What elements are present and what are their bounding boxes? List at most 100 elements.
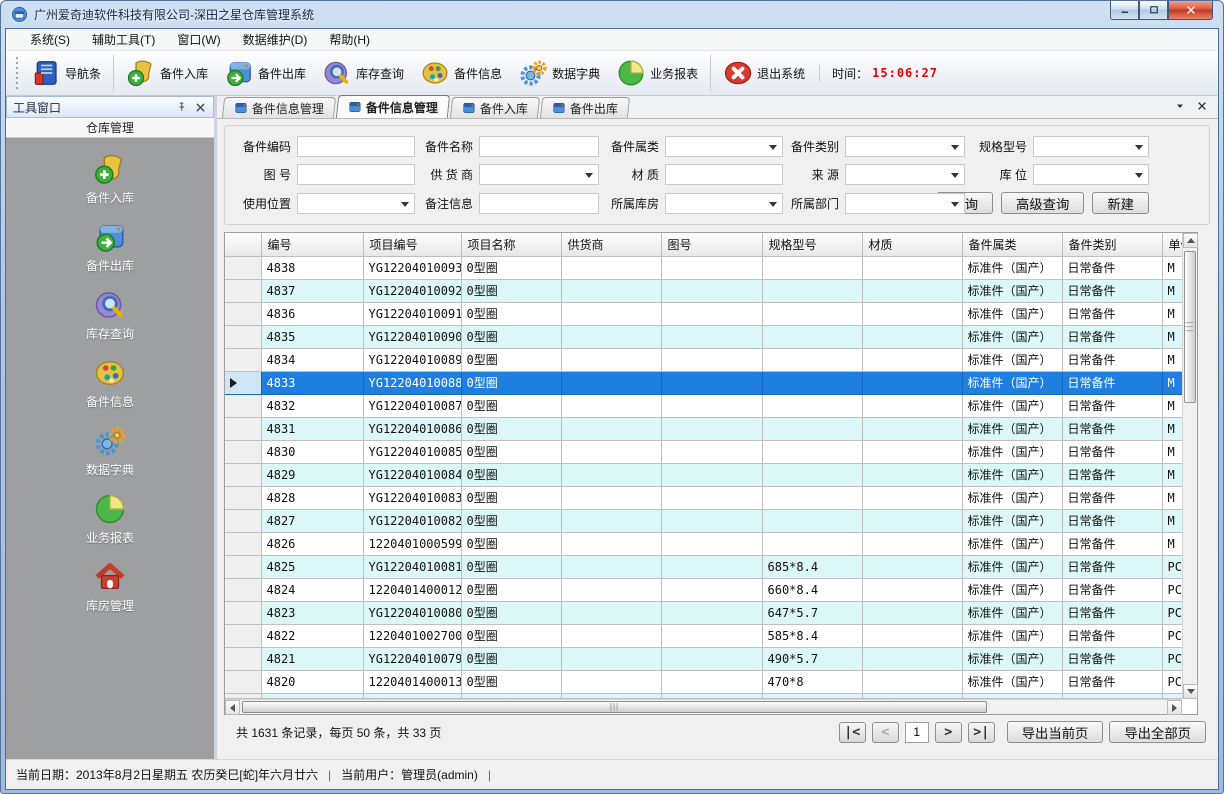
- sidebar-item-parts-out[interactable]: 备件出库: [50, 220, 170, 274]
- cell-project-name[interactable]: 0型圈: [461, 325, 561, 348]
- menu-item[interactable]: 系统(S): [20, 28, 80, 51]
- cell-part-class[interactable]: 标准件（国产）: [962, 394, 1062, 417]
- cell-material[interactable]: [862, 555, 962, 578]
- cell-supplier[interactable]: [561, 555, 661, 578]
- cell-drawing-no[interactable]: [661, 670, 762, 693]
- cell-project-name[interactable]: 0型圈: [461, 555, 561, 578]
- menu-item[interactable]: 帮助(H): [319, 28, 380, 51]
- cell-spec-model[interactable]: 585*8.4: [762, 624, 862, 647]
- cell-unit[interactable]: M: [1162, 417, 1182, 440]
- cell-drawing-no[interactable]: [661, 624, 762, 647]
- export-all-pages-button[interactable]: 导出全部页: [1109, 721, 1206, 743]
- column-header[interactable]: 项目名称: [461, 233, 561, 256]
- cell-unit[interactable]: M: [1162, 509, 1182, 532]
- next-page-button[interactable]: >: [935, 722, 962, 743]
- cell-project-no[interactable]: 1220401400013: [363, 670, 461, 693]
- cell-part-class[interactable]: 标准件（国产）: [962, 532, 1062, 555]
- cell-project-no[interactable]: YG12204010081: [363, 555, 461, 578]
- cell-id[interactable]: 4821: [261, 647, 363, 670]
- scroll-up-icon[interactable]: [1183, 233, 1198, 248]
- table-row[interactable]: 4824 1220401400012 0型圈 660*8.4 标准件（国产）: [225, 578, 1182, 601]
- table-row[interactable]: 4827 YG12204010082 0型圈 标准件（国产）: [225, 509, 1182, 532]
- table-row[interactable]: [225, 693, 1182, 698]
- cell-part-class[interactable]: 标准件（国产）: [962, 325, 1062, 348]
- table-row[interactable]: 4829 YG12204010084 0型圈 标准件（国产）: [225, 463, 1182, 486]
- table-row[interactable]: 4825 YG12204010081 0型圈 685*8.4 标准件（国产）: [225, 555, 1182, 578]
- cell-id[interactable]: 4823: [261, 601, 363, 624]
- row-selector[interactable]: [225, 348, 261, 371]
- cell-project-name[interactable]: 0型圈: [461, 486, 561, 509]
- cell-spec-model[interactable]: [762, 256, 862, 279]
- sidebar-item-inventory-query[interactable]: 库存查询: [50, 288, 170, 342]
- cell-project-no[interactable]: [363, 693, 461, 698]
- cell-drawing-no[interactable]: [661, 463, 762, 486]
- cell-material[interactable]: [862, 693, 962, 698]
- cell-drawing-no[interactable]: [661, 509, 762, 532]
- cell-part-category[interactable]: 日常备件: [1062, 302, 1162, 325]
- cell-supplier[interactable]: [561, 394, 661, 417]
- source-combo[interactable]: [845, 164, 965, 185]
- row-selector[interactable]: [225, 509, 261, 532]
- sidebar-panel-title[interactable]: 仓库管理: [6, 118, 214, 138]
- cell-unit[interactable]: M: [1162, 394, 1182, 417]
- cell-part-class[interactable]: 标准件（国产）: [962, 371, 1062, 394]
- create-button[interactable]: 新建: [1092, 192, 1149, 214]
- table-row[interactable]: 4833 YG12204010088 0型圈 标准件（国产）: [225, 371, 1182, 394]
- cell-unit[interactable]: [1162, 693, 1182, 698]
- table-row[interactable]: 4838 YG12204010093 0型圈 标准件（国产）: [225, 256, 1182, 279]
- cell-supplier[interactable]: [561, 624, 661, 647]
- cell-project-name[interactable]: 0型圈: [461, 256, 561, 279]
- menu-item[interactable]: 窗口(W): [167, 28, 230, 51]
- material-input[interactable]: [665, 164, 783, 185]
- export-current-page-button[interactable]: 导出当前页: [1007, 721, 1104, 743]
- supplier-combo[interactable]: [479, 164, 599, 185]
- sidebar-item-parts-info[interactable]: 备件信息: [50, 356, 170, 410]
- use-position-combo[interactable]: [297, 193, 415, 214]
- cell-supplier[interactable]: [561, 601, 661, 624]
- cell-project-no[interactable]: YG12204010085: [363, 440, 461, 463]
- cell-part-class[interactable]: 标准件（国产）: [962, 463, 1062, 486]
- cell-spec-model[interactable]: [762, 463, 862, 486]
- cell-supplier[interactable]: [561, 417, 661, 440]
- cell-unit[interactable]: PC: [1162, 624, 1182, 647]
- cell-part-category[interactable]: 日常备件: [1062, 394, 1162, 417]
- table-row[interactable]: 4828 YG12204010083 0型圈 标准件（国产）: [225, 486, 1182, 509]
- row-selector[interactable]: [225, 279, 261, 302]
- cell-unit[interactable]: PC: [1162, 578, 1182, 601]
- cell-spec-model[interactable]: 490*5.7: [762, 647, 862, 670]
- table-row[interactable]: 4836 YG12204010091 0型圈 标准件（国产）: [225, 302, 1182, 325]
- cell-project-no[interactable]: YG12204010079: [363, 647, 461, 670]
- cell-project-no[interactable]: YG12204010080: [363, 601, 461, 624]
- cell-project-no[interactable]: YG12204010087: [363, 394, 461, 417]
- cell-project-no[interactable]: 1220401400012: [363, 578, 461, 601]
- page-number-input[interactable]: [905, 722, 929, 743]
- column-header[interactable]: 备件类别: [1062, 233, 1162, 256]
- cell-material[interactable]: [862, 532, 962, 555]
- cell-part-class[interactable]: 标准件（国产）: [962, 509, 1062, 532]
- row-selector[interactable]: [225, 325, 261, 348]
- cell-spec-model[interactable]: 647*5.7: [762, 601, 862, 624]
- cell-project-name[interactable]: 0型圈: [461, 417, 561, 440]
- cell-unit[interactable]: M: [1162, 325, 1182, 348]
- table-row[interactable]: 4823 YG12204010080 0型圈 647*5.7 标准件（国产）: [225, 601, 1182, 624]
- cell-part-class[interactable]: 标准件（国产）: [962, 647, 1062, 670]
- cell-id[interactable]: 4825: [261, 555, 363, 578]
- cell-part-category[interactable]: [1062, 693, 1162, 698]
- location-combo[interactable]: [1033, 164, 1149, 185]
- cell-part-category[interactable]: 日常备件: [1062, 509, 1162, 532]
- cell-supplier[interactable]: [561, 440, 661, 463]
- cell-material[interactable]: [862, 325, 962, 348]
- cell-id[interactable]: [261, 693, 363, 698]
- cell-project-name[interactable]: 0型圈: [461, 624, 561, 647]
- part-code-input[interactable]: [297, 136, 415, 157]
- cell-drawing-no[interactable]: [661, 601, 762, 624]
- cell-project-no[interactable]: YG12204010086: [363, 417, 461, 440]
- scroll-down-icon[interactable]: [1183, 684, 1198, 699]
- pin-icon[interactable]: [175, 101, 188, 114]
- cell-material[interactable]: [862, 647, 962, 670]
- cell-project-name[interactable]: 0型圈: [461, 348, 561, 371]
- cell-drawing-no[interactable]: [661, 555, 762, 578]
- cell-spec-model[interactable]: [762, 302, 862, 325]
- cell-project-no[interactable]: YG12204010082: [363, 509, 461, 532]
- cell-part-category[interactable]: 日常备件: [1062, 348, 1162, 371]
